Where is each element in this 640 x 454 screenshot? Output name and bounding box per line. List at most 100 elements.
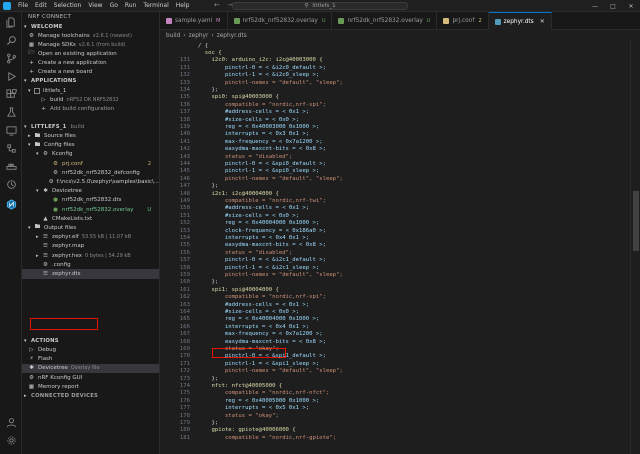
editor-scrollbar[interactable] (630, 41, 640, 454)
code-line: 163 #address-cells = < 0x1 >; (160, 301, 630, 308)
menu-item-selection[interactable]: Selection (54, 2, 82, 9)
editor-tab[interactable]: sample.yaml M (160, 12, 228, 30)
tree-item[interactable]: ● nrf52dk_nrf52832.overlay U (22, 205, 159, 214)
tree-view-icon[interactable] (4, 142, 18, 154)
build-tree-section-header[interactable]: ▾ LITTLEFS_1 build (22, 123, 159, 132)
zephyr-dts-highlight-box (30, 318, 98, 330)
close-window-icon[interactable]: ✕ (622, 0, 640, 12)
code-line: 131 pinctrl-0 = < &i2c0_default >; (160, 64, 630, 71)
breadcrumb-item[interactable]: zephyr.dts (217, 33, 247, 39)
editor-tab-status: U (321, 18, 326, 24)
tree-item-badge: U (147, 206, 151, 213)
editor-tab[interactable]: zephyr.dts ✕ (488, 12, 552, 30)
docker-icon[interactable] (4, 160, 18, 172)
timeline-icon[interactable] (4, 178, 18, 190)
remote-explorer-icon[interactable] (4, 124, 18, 136)
menu-item-edit[interactable]: Edit (35, 2, 47, 9)
connected-devices-section-header[interactable]: ▸ CONNECTED DEVICES (22, 391, 159, 400)
back-arrow-icon[interactable]: ← (214, 1, 220, 9)
run-debug-icon[interactable] (4, 70, 18, 82)
code-editor[interactable]: / { soc {131 i2c0: arduino_i2c: i2c@4000… (160, 41, 630, 454)
editor-tab[interactable]: nrf52dk_nrf52832.overlay U (332, 12, 438, 30)
tree-item[interactable]: ⚙ .config (22, 260, 159, 269)
build-configuration-item[interactable]: ▷ build nRF52 DK NRF52832 (22, 95, 159, 104)
editor-tab[interactable]: nrf52dk_nrf52832.overlay U (228, 12, 333, 30)
welcome-item[interactable]: + Create a new application (22, 59, 159, 68)
code-line: 145 pinctrl-1 = < &spi0_sleep >; (160, 168, 630, 175)
minimize-icon[interactable]: — (586, 0, 604, 12)
tree-item[interactable]: ⚙ f:\ncs\v2.5.0\zephyr\samples\basic\... (22, 177, 159, 186)
menu-item-terminal[interactable]: Terminal (143, 2, 168, 9)
search-icon[interactable] (4, 34, 18, 46)
source-control-icon[interactable] (4, 52, 18, 64)
line-number: 151 (179, 212, 190, 219)
add-build-configuration-link[interactable]: + Add build configuration (22, 104, 159, 113)
menu-item-help[interactable]: Help (176, 2, 190, 9)
tree-item[interactable]: ▾ 🖿 Output files (22, 223, 159, 232)
code-line: 161 spi1: spi@40004000 { (160, 286, 630, 293)
welcome-item[interactable]: + Create a new board (22, 68, 159, 77)
tree-item[interactable]: ▾ ⚙ Kconfig (22, 150, 159, 159)
menu-item-view[interactable]: View (88, 2, 102, 9)
menu-item-go[interactable]: Go (110, 2, 118, 9)
code-text: compatible = "nordic,nrf-spi"; (198, 294, 326, 301)
tree-item[interactable]: ☰ zephyr.dts (22, 269, 159, 279)
tree-item[interactable]: ● nrf52dk_nrf52832.dts (22, 196, 159, 205)
folder-icon: 🖿 (34, 132, 41, 139)
tree-item[interactable]: ▲ CMakeLists.txt (22, 214, 159, 223)
tree-item[interactable]: ▸ 🖿 Source files (22, 132, 159, 141)
debug-icon: ▷ (29, 347, 34, 354)
checkbox-icon[interactable] (34, 87, 40, 94)
applications-section-header[interactable]: ▾ APPLICATIONS (22, 77, 159, 86)
tree-item[interactable]: ☰ zephyr.map (22, 242, 159, 251)
line-number: 147 (179, 183, 190, 190)
menu-item-run[interactable]: Run (125, 2, 137, 9)
search-icon: ⚲ (304, 3, 309, 9)
line-number: 133 (179, 79, 190, 86)
nrf-connect-icon[interactable] (4, 198, 18, 210)
welcome-item[interactable]: ▦ Manage SDKs v2.6.1 (from build) (22, 40, 159, 49)
line-number: 171 (179, 360, 190, 367)
tree-item[interactable]: ▾ 🖿 Config files (22, 141, 159, 150)
breadcrumb-item[interactable]: build (166, 33, 180, 39)
menu-item-file[interactable]: File (18, 2, 28, 9)
application-item-littlefs[interactable]: ▾ littlefs_1 (22, 86, 159, 95)
welcome-item[interactable]: 🗁 Open an existing application (22, 49, 159, 58)
tree-item[interactable]: ⚙ prj.conf 2 (22, 159, 159, 168)
scrollbar-thumb[interactable] (633, 191, 639, 251)
account-icon[interactable] (4, 416, 18, 428)
action-item[interactable]: ⚡ Flash (22, 355, 159, 364)
code-line: 174 nfct: nfct@40005000 { (160, 382, 630, 389)
tree-item[interactable]: ▸ ☰ zephyr.hex 0 bytes | 54.29 kB (22, 251, 159, 260)
action-item[interactable]: ✱ Devicetree Overlay file (22, 363, 159, 374)
settings-gear-icon[interactable] (4, 434, 18, 446)
action-item[interactable]: ⚙ nRF Kconfig GUI (22, 373, 159, 382)
welcome-section-header[interactable]: ▾ WELCOME (22, 22, 159, 31)
editor-tab[interactable]: prj.conf 2 (437, 12, 489, 30)
code-line: 157 pinctrl-0 = < &i2c1_default >; (160, 257, 630, 264)
actions-section-header[interactable]: ▾ ACTIONS (22, 337, 159, 346)
testing-icon[interactable] (4, 106, 18, 118)
breadcrumb-item[interactable]: zephyr (189, 33, 209, 39)
close-tab-icon[interactable]: ✕ (540, 18, 545, 25)
tree-item[interactable]: ⚙ nrf52dk_nrf52832_defconfig (22, 168, 159, 177)
explorer-icon[interactable] (4, 16, 18, 28)
line-number: 172 (179, 368, 190, 375)
file-icon: ● (53, 206, 58, 213)
code-line: 153 clock-frequency = < 0x186a0 >; (160, 227, 630, 234)
welcome-item[interactable]: ⚙ Manage toolchains v2.6.1 (newest) (22, 31, 159, 40)
maximize-icon[interactable]: □ (604, 0, 622, 12)
action-item[interactable]: ▦ Memory report (22, 382, 159, 391)
tree-item[interactable]: ▾ ✱ Devicetree (22, 187, 159, 196)
command-center-search[interactable]: ⚲ littlefs_1 (232, 2, 408, 10)
extensions-icon[interactable] (4, 88, 18, 100)
plus-icon: + (41, 105, 46, 112)
code-text: reg = < 0x40005000 0x1000 >; (198, 397, 320, 404)
tree-item-label: nrf52dk_nrf52832.overlay (62, 206, 134, 213)
action-item[interactable]: ▷ Debug (22, 346, 159, 355)
line-number: 166 (179, 323, 190, 330)
tree-item[interactable]: ▸ ☰ zephyr.elf 53.55 kB | 11.07 kB (22, 233, 159, 242)
code-line: 146 pinctrl-names = "default", "sleep"; (160, 175, 630, 182)
tree-item-label: Devicetree (52, 188, 82, 195)
nrf-connect-sidebar: NRF CONNECT ▾ WELCOME ⚙ Manage toolchains… (22, 12, 160, 454)
